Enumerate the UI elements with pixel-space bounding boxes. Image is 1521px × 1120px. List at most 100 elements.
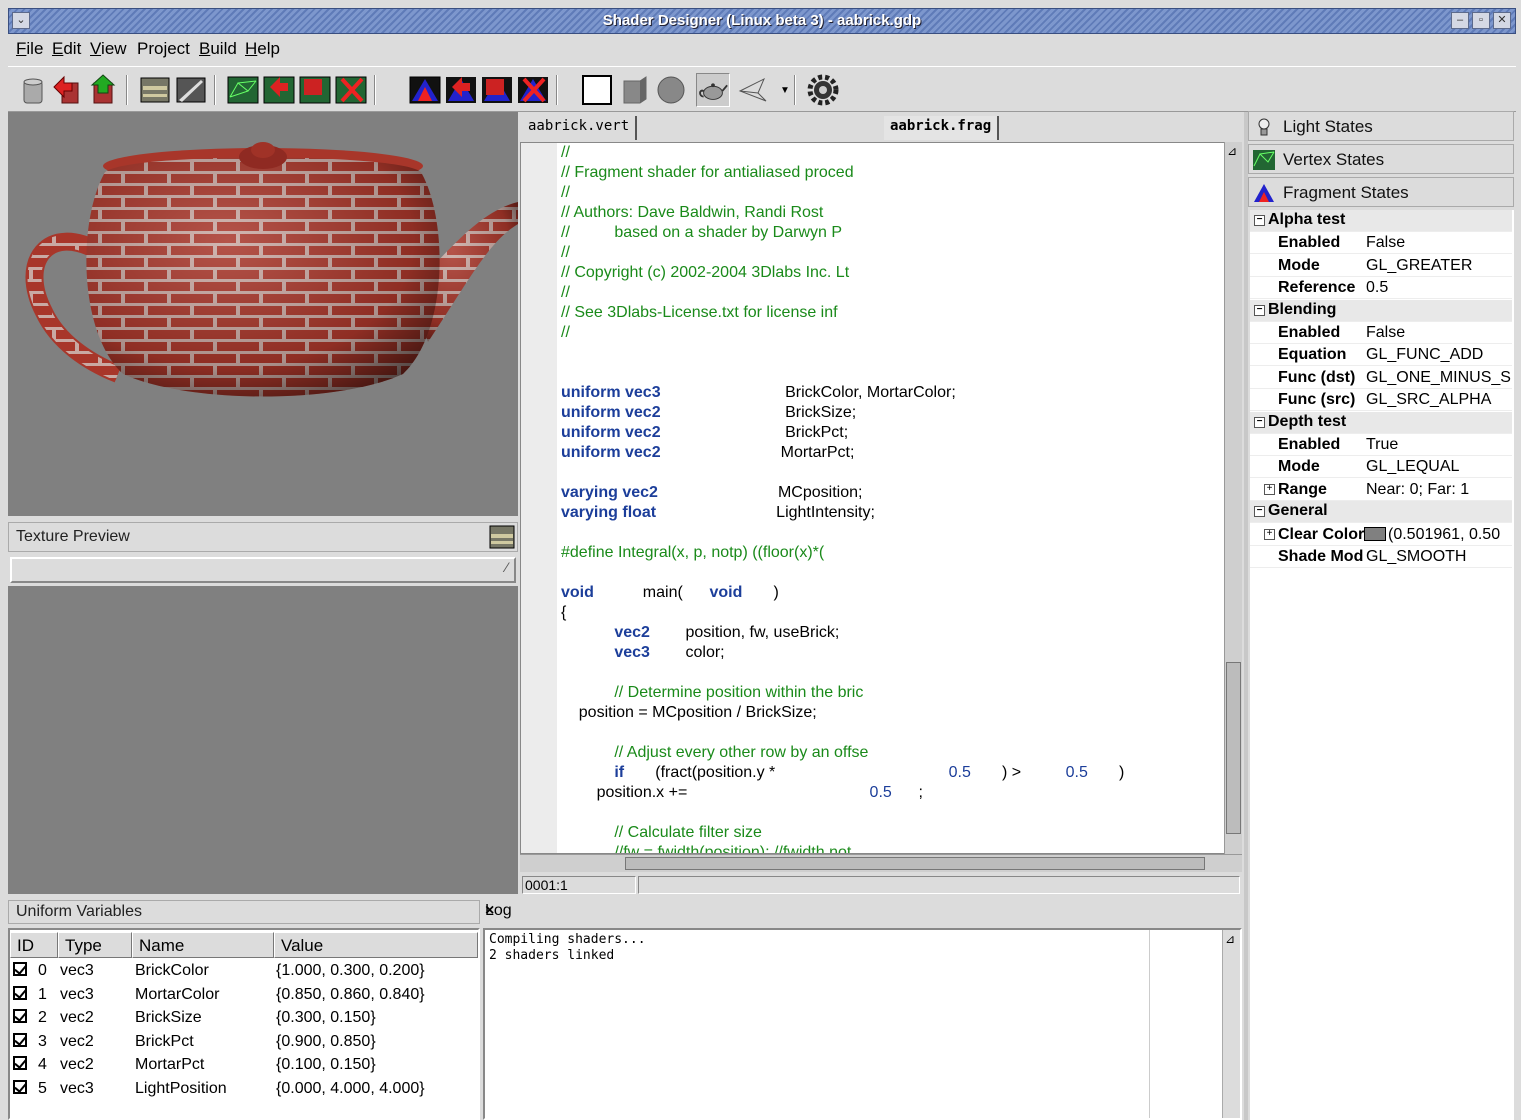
code-line[interactable]: varying float LightIntensity; <box>561 504 875 524</box>
code-line[interactable]: varying vec2 MCposition; <box>561 484 862 504</box>
enabled-checkbox[interactable] <box>13 1009 27 1023</box>
code-line[interactable]: // See 3Dlabs-License.txt for license in… <box>561 304 838 324</box>
cube-mesh-icon[interactable] <box>618 73 652 107</box>
3d-preview-viewport[interactable] <box>8 112 518 516</box>
code-line[interactable]: position = MCposition / BrickSize; <box>561 704 817 724</box>
expand-icon[interactable]: + <box>1264 528 1275 540</box>
editor-vertical-scrollbar[interactable]: ⊿ <box>1224 142 1242 854</box>
fragment-shader-icon[interactable] <box>408 73 442 107</box>
menu-file[interactable]: File <box>16 39 43 59</box>
property-value[interactable]: GL_FUNC_ADD <box>1366 346 1512 364</box>
column-header-type[interactable]: Type <box>58 932 132 958</box>
property-row[interactable]: Enabled False <box>1250 322 1512 344</box>
code-line[interactable]: // Authors: Dave Baldwin, Randi Rost <box>561 204 823 224</box>
save-vertex-shader-icon[interactable] <box>298 73 332 107</box>
build-settings-gear-icon[interactable] <box>806 73 840 107</box>
splitter[interactable] <box>1244 112 1248 1120</box>
code-line[interactable]: // Determine position within the bric <box>561 684 863 704</box>
vertex-shader-icon[interactable] <box>226 73 260 107</box>
property-row[interactable]: Func (dst) GL_ONE_MINUS_SRC_ALPHA <box>1250 367 1512 389</box>
property-group[interactable]: − Depth test <box>1250 411 1512 434</box>
log-output[interactable]: Compiling shaders... 2 shaders linked ⊿ <box>483 928 1242 1120</box>
enabled-checkbox[interactable] <box>13 1056 27 1070</box>
maximize-icon[interactable]: ▫ <box>1472 12 1490 29</box>
property-group[interactable]: − Alpha test <box>1250 210 1512 232</box>
menu-build[interactable]: Build <box>199 39 237 59</box>
tab-aabrick-vert[interactable]: aabrick.vert <box>522 116 638 140</box>
code-line[interactable]: uniform vec2 BrickPct; <box>561 424 848 444</box>
log-scroll-up-icon[interactable]: ⊿ <box>1225 932 1235 946</box>
minimize-icon[interactable]: – <box>1451 12 1469 29</box>
new-vertex-shader-icon[interactable] <box>262 73 296 107</box>
code-line[interactable]: // Calculate filter size <box>561 824 762 844</box>
property-row[interactable]: Mode GL_LEQUAL <box>1250 456 1512 479</box>
scroll-up-icon[interactable]: ⊿ <box>1227 144 1237 158</box>
new-project-icon[interactable] <box>16 73 50 107</box>
code-line[interactable]: // <box>561 184 570 204</box>
code-line[interactable]: // <box>561 144 570 164</box>
remove-fragment-shader-icon[interactable] <box>516 73 550 107</box>
enabled-checkbox[interactable] <box>13 985 27 1000</box>
code-line[interactable]: void main( void ) <box>561 584 779 604</box>
code-line[interactable]: uniform vec2 MortarPct; <box>561 444 854 464</box>
column-header-value[interactable]: Value <box>274 932 478 958</box>
close-window-icon[interactable]: ✕ <box>1493 12 1511 29</box>
code-line[interactable]: // Copyright (c) 2002-2004 3Dlabs Inc. L… <box>561 264 849 284</box>
teapot-mesh-icon[interactable] <box>696 73 730 107</box>
table-row[interactable]: 1 vec3 MortarColor {0.850, 0.860, 0.840} <box>10 984 478 1007</box>
horizontal-scroll-thumb[interactable] <box>625 857 1205 870</box>
property-value[interactable]: GL_ONE_MINUS_SRC_ALPHA <box>1366 369 1512 387</box>
property-row[interactable]: Shade ModelGL_SMOOTH <box>1250 546 1512 568</box>
code-editor[interactable]: //// Fragment shader for antialiased pro… <box>520 142 1225 854</box>
fragment-states-button[interactable]: Fragment States <box>1248 177 1514 207</box>
property-row[interactable]: Mode GL_GREATER <box>1250 255 1512 277</box>
tab-aabrick-frag[interactable]: aabrick.frag <box>884 116 1000 140</box>
table-row[interactable]: 4 vec2 MortarPct {0.100, 0.150} <box>10 1054 478 1077</box>
column-header-name[interactable]: Name <box>132 932 274 958</box>
mesh-dropdown-arrow-icon[interactable]: ▼ <box>780 85 790 96</box>
texture-select-combo[interactable]: ⁄ <box>10 557 516 583</box>
remove-vertex-shader-icon[interactable] <box>334 73 368 107</box>
enabled-checkbox[interactable] <box>13 1032 27 1047</box>
code-line[interactable]: if (fract(position.y * 0.5 ) > 0.5 ) <box>561 764 1124 784</box>
property-value[interactable]: False <box>1366 234 1512 252</box>
vertex-states-button[interactable]: Vertex States <box>1248 144 1514 174</box>
table-row[interactable]: 5 vec3 LightPosition {0.000, 4.000, 4.000} <box>10 1078 478 1101</box>
property-value[interactable]: GL_SRC_ALPHA <box>1366 391 1512 409</box>
property-row[interactable]: + Clear Color (0.501961, 0.50 <box>1250 524 1512 546</box>
save-fragment-shader-icon[interactable] <box>480 73 514 107</box>
menu-view[interactable]: View <box>90 39 127 59</box>
enabled-checkbox[interactable] <box>13 962 27 976</box>
property-value[interactable]: Near: 0; Far: 1 <box>1366 481 1512 499</box>
table-row[interactable]: 0 vec3 BrickColor {1.000, 0.300, 0.200} <box>10 960 478 983</box>
property-value[interactable]: (0.501961, 0.50 <box>1364 526 1510 544</box>
property-row[interactable]: Reference 0.5 <box>1250 277 1512 300</box>
property-value[interactable]: GL_GREATER <box>1366 257 1512 275</box>
code-line[interactable]: vec2 position, fw, useBrick; <box>561 624 839 644</box>
code-line[interactable]: uniform vec3 BrickColor, MortarColor; <box>561 384 956 404</box>
expand-icon[interactable]: + <box>1264 483 1275 495</box>
texture-image-icon[interactable] <box>174 73 208 107</box>
texture-icon[interactable] <box>489 525 515 549</box>
table-row[interactable]: 3 vec2 BrickPct {0.900, 0.850} <box>10 1031 478 1054</box>
code-line[interactable]: // based on a shader by Darwyn P <box>561 224 842 244</box>
property-value[interactable]: 0.5 <box>1366 279 1512 297</box>
collapse-icon[interactable]: − <box>1254 215 1265 226</box>
log-scrollbar[interactable]: ⊿ <box>1222 930 1240 1118</box>
code-line[interactable]: { <box>561 604 566 624</box>
property-value[interactable]: GL_LEQUAL <box>1366 458 1512 476</box>
collapse-icon[interactable]: − <box>1254 304 1265 316</box>
column-header-id[interactable]: ID <box>10 932 58 958</box>
property-row[interactable]: Func (src) GL_SRC_ALPHA <box>1250 389 1512 412</box>
code-line[interactable]: // Adjust every other row by an offse <box>561 744 868 764</box>
log-close-icon[interactable]: × <box>485 902 1236 920</box>
menu-help[interactable]: Help <box>245 39 280 59</box>
enabled-checkbox[interactable] <box>13 1079 27 1094</box>
property-group[interactable]: − General <box>1250 501 1512 524</box>
new-fragment-shader-icon[interactable] <box>444 73 478 107</box>
editor-horizontal-scrollbar[interactable] <box>520 854 1242 872</box>
property-row[interactable]: + Range Near: 0; Far: 1 <box>1250 479 1512 501</box>
open-project-icon[interactable] <box>50 73 84 107</box>
save-project-icon[interactable] <box>86 73 120 107</box>
property-row[interactable]: Enabled True <box>1250 434 1512 456</box>
